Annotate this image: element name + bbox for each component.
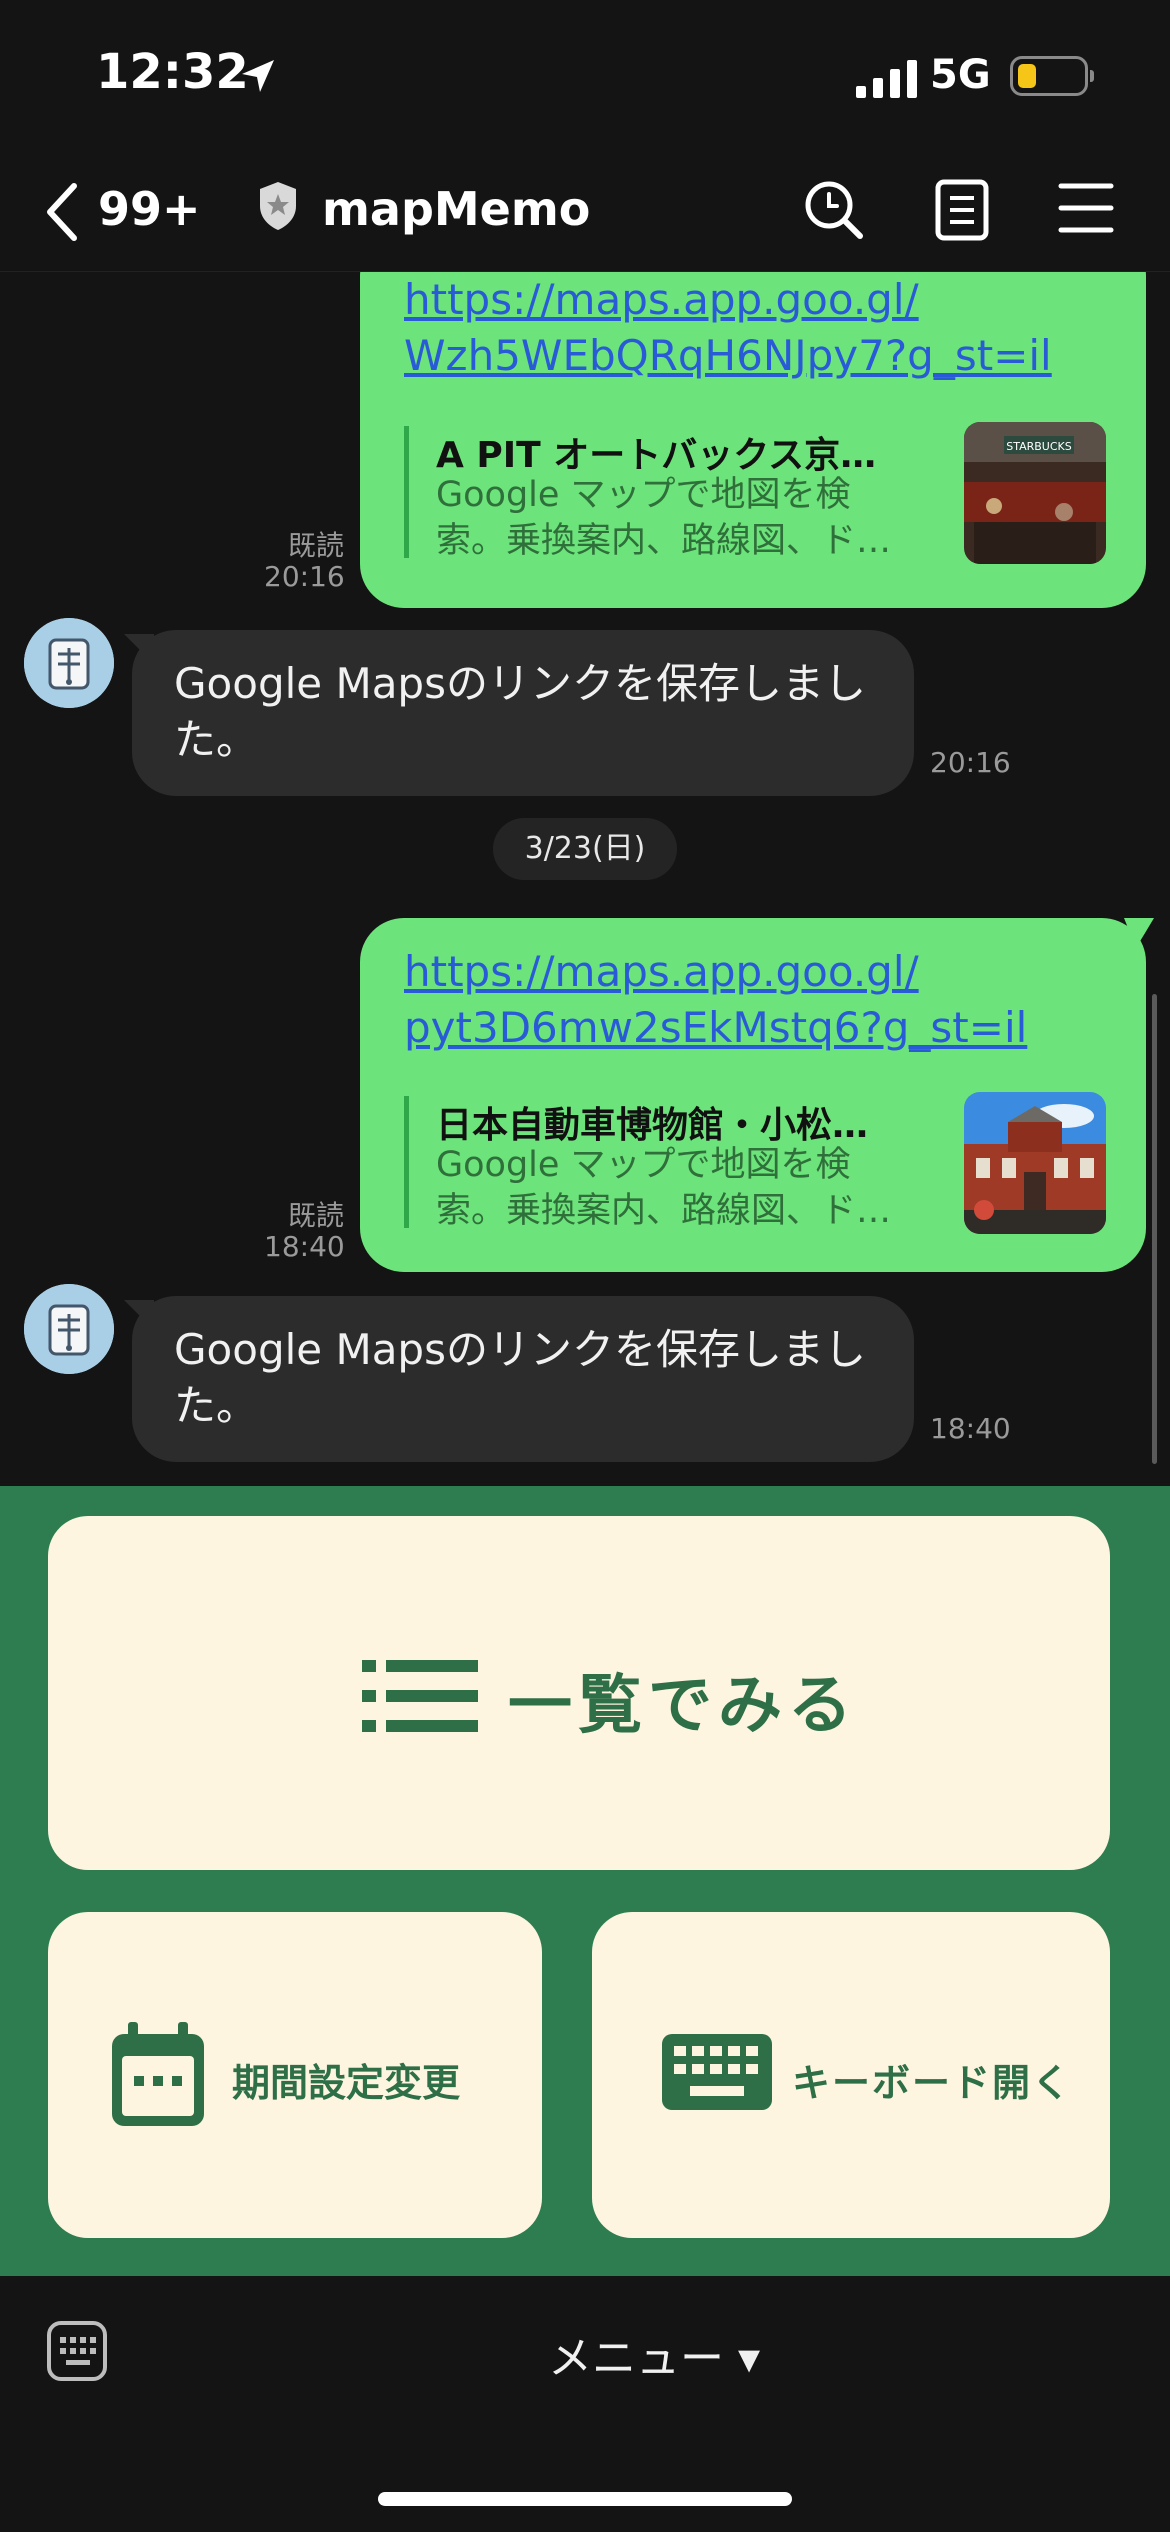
- message-text: Google Mapsのリンクを保存しました。: [174, 1325, 866, 1430]
- read-receipt: 既読: [287, 1199, 344, 1232]
- open-keyboard-label: キーボード開く: [792, 2061, 1073, 2105]
- chat-title: mapMemo: [322, 182, 591, 236]
- date-separator: 3/23(日): [493, 818, 677, 880]
- keyboard-toggle-icon[interactable]: [46, 2320, 108, 2382]
- status-time: 12:32: [96, 44, 249, 100]
- cellular-signal-icon: [856, 60, 917, 98]
- preview-accent-bar: [404, 426, 409, 558]
- incoming-message[interactable]: Google Mapsのリンクを保存しました。: [124, 630, 914, 796]
- read-receipt: 既読: [287, 529, 344, 562]
- message-link[interactable]: https://maps.app.goo.gl/: [404, 272, 919, 328]
- rich-menu: 一覧でみる 期間設定変更 キーボード開く: [0, 1486, 1170, 2276]
- message-time: 18:40: [264, 1230, 345, 1263]
- scrollbar[interactable]: [1152, 994, 1157, 1464]
- svg-text:STARBUCKS: STARBUCKS: [1006, 440, 1072, 453]
- hamburger-menu-icon[interactable]: [1058, 182, 1114, 234]
- preview-accent-bar: [404, 1096, 409, 1228]
- unread-count[interactable]: 99+: [98, 182, 201, 236]
- battery-icon: [1010, 56, 1088, 96]
- location-arrow-icon: [242, 60, 274, 92]
- message-link[interactable]: https://maps.app.goo.gl/: [404, 944, 919, 1000]
- official-account-shield-icon: [260, 182, 296, 230]
- message-time: 20:16: [930, 746, 1011, 779]
- preview-description: Google マップで地図を検: [436, 475, 851, 515]
- battery-tip: [1090, 70, 1094, 82]
- preview-description: Google マップで地図を検: [436, 1145, 851, 1185]
- view-list-button[interactable]: 一覧でみる: [48, 1516, 1110, 1870]
- outgoing-link-message[interactable]: https://maps.app.goo.gl/ Wzh5WEbQRqH6NJp…: [360, 272, 1146, 608]
- status-bar: 12:32 5G: [0, 0, 1170, 150]
- calendar-icon: [112, 2022, 204, 2126]
- message-time: 18:40: [930, 1412, 1011, 1445]
- message-link[interactable]: pyt3D6mw2sEkMstq6?g_st=il: [404, 1000, 1027, 1056]
- rich-menu-toggle[interactable]: メニュー ▾: [548, 2322, 760, 2386]
- message-time: 20:16: [264, 560, 345, 593]
- message-link[interactable]: Wzh5WEbQRqH6NJpy7?g_st=il: [404, 328, 1052, 384]
- notes-icon[interactable]: [934, 178, 990, 242]
- open-keyboard-button[interactable]: キーボード開く: [592, 1912, 1110, 2238]
- preview-thumbnail-image[interactable]: STARBUCKS: [964, 422, 1106, 564]
- preview-thumbnail-image[interactable]: [964, 1092, 1106, 1234]
- preview-title[interactable]: 日本自動車博物館・小松…: [436, 1096, 868, 1148]
- change-period-button[interactable]: 期間設定変更: [48, 1912, 542, 2238]
- preview-description: 索。乗換案内、路線図、ド…: [436, 521, 892, 561]
- chat-history[interactable]: https://maps.app.goo.gl/ Wzh5WEbQRqH6NJp…: [0, 272, 1170, 1486]
- incoming-message[interactable]: Google Mapsのリンクを保存しました。: [124, 1296, 914, 1462]
- message-text: Google Mapsのリンクを保存しました。: [174, 659, 866, 764]
- view-list-label: 一覧でみる: [508, 1669, 858, 1743]
- back-chevron-icon[interactable]: [42, 180, 82, 244]
- search-icon[interactable]: [802, 178, 866, 242]
- change-period-label: 期間設定変更: [232, 2061, 461, 2105]
- preview-description: 索。乗換案内、路線図、ド…: [436, 1191, 892, 1231]
- outgoing-link-message[interactable]: https://maps.app.goo.gl/ pyt3D6mw2sEkMst…: [360, 918, 1154, 1272]
- network-type: 5G: [930, 52, 991, 98]
- chat-header: 99+ mapMemo: [0, 150, 1170, 272]
- keyboard-icon: [662, 2034, 772, 2110]
- bottom-bar: メニュー ▾: [0, 2276, 1170, 2532]
- bot-avatar[interactable]: [24, 1284, 114, 1374]
- bot-avatar[interactable]: [24, 618, 114, 708]
- list-icon: [362, 1660, 478, 1732]
- home-indicator[interactable]: [378, 2492, 792, 2506]
- preview-title[interactable]: A PIT オートバックス京…: [436, 426, 876, 478]
